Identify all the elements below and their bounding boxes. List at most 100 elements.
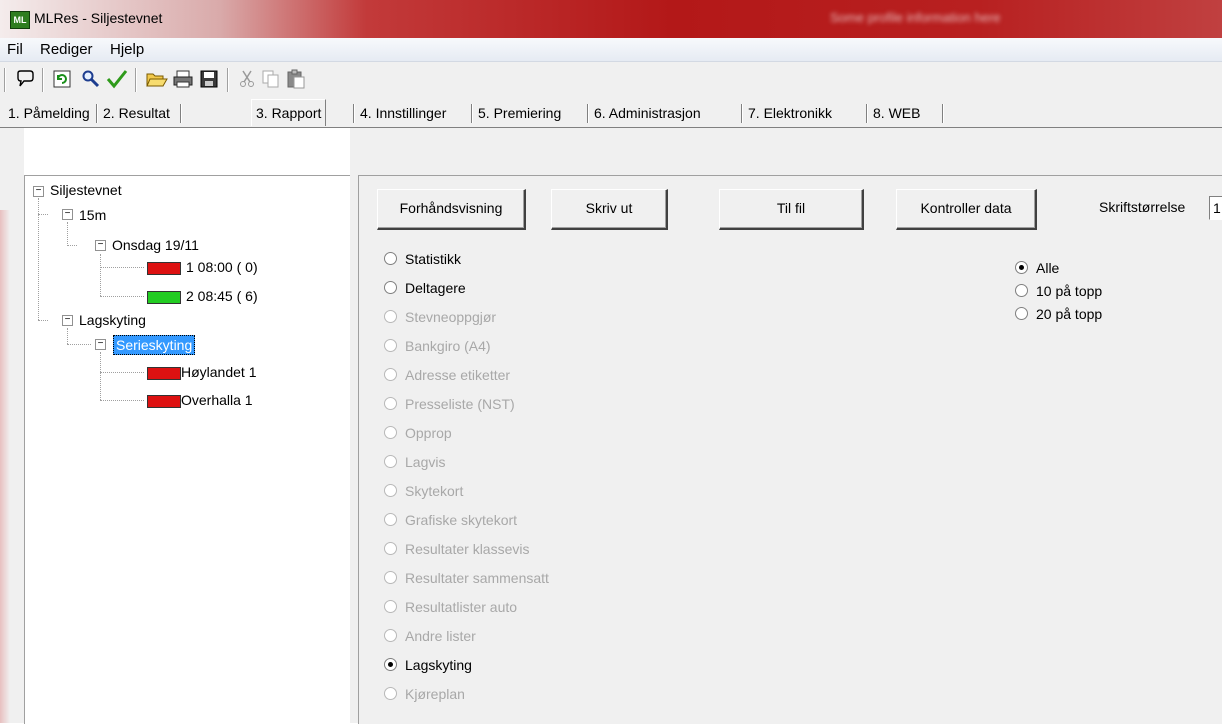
- to-file-button[interactable]: Til fil: [719, 189, 864, 230]
- tab-pamelding[interactable]: 1. Påmelding: [4, 102, 94, 124]
- print-button[interactable]: Skriv ut: [551, 189, 668, 230]
- open-folder-icon[interactable]: [146, 69, 168, 91]
- scope-option-alle[interactable]: Alle: [1015, 260, 1059, 276]
- collapse-toggle[interactable]: −: [95, 339, 106, 350]
- tree-line: [67, 245, 77, 246]
- report-option-statistikk[interactable]: Statistikk: [384, 251, 461, 271]
- radio-button: [384, 397, 397, 410]
- report-option-label: Presseliste (NST): [405, 396, 515, 412]
- right-top-area: [358, 128, 1222, 175]
- report-option-bankgiro: Bankgiro (A4): [384, 338, 491, 358]
- tree-line: [67, 344, 91, 345]
- report-option-label: Lagvis: [405, 454, 446, 470]
- collapse-toggle[interactable]: −: [95, 240, 106, 251]
- report-option-opprop: Opprop: [384, 425, 452, 445]
- report-option-label: Adresse etiketter: [405, 367, 511, 383]
- search-icon[interactable]: [80, 69, 102, 91]
- tree-node-lagskyting[interactable]: Lagskyting: [79, 311, 146, 329]
- tree-line: [38, 198, 39, 320]
- scope-option-label: 10 på topp: [1036, 283, 1103, 299]
- report-panel: [358, 175, 1222, 724]
- tree-line: [100, 372, 144, 373]
- tab-separator: [866, 104, 868, 123]
- print-icon[interactable]: [172, 69, 194, 91]
- report-option-label: Resultater sammensatt: [405, 570, 549, 586]
- tree-node-onsdag[interactable]: Onsdag 19/11: [112, 236, 199, 254]
- menu-fil[interactable]: Fil: [7, 41, 23, 58]
- check-data-button[interactable]: Kontroller data: [896, 189, 1037, 230]
- status-red-icon: [147, 262, 181, 275]
- tree-node-overhalla[interactable]: Overhalla 1: [181, 391, 253, 409]
- collapse-toggle[interactable]: −: [33, 186, 44, 197]
- tree-node-lag-2[interactable]: 2 08:45 ( 6): [186, 287, 258, 305]
- tab-premiering[interactable]: 5. Premiering: [474, 102, 565, 124]
- tab-web[interactable]: 8. WEB: [869, 102, 924, 124]
- radio-button[interactable]: [384, 252, 397, 265]
- tree-line: [67, 328, 68, 344]
- report-option-grafiske-skytekort: Grafiske skytekort: [384, 512, 517, 532]
- menu-hjelp[interactable]: Hjelp: [110, 41, 144, 58]
- report-option-lagskyting[interactable]: Lagskyting: [384, 657, 472, 677]
- menu-rediger[interactable]: Rediger: [40, 41, 93, 58]
- report-option-deltagere[interactable]: Deltagere: [384, 280, 466, 300]
- check-icon[interactable]: [106, 69, 128, 91]
- tree-node-lag-1[interactable]: 1 08:00 ( 0): [186, 258, 258, 276]
- radio-button: [384, 426, 397, 439]
- report-option-kjoreplan: Kjøreplan: [384, 686, 465, 706]
- title-bar[interactable]: ML MLRes - Siljestevnet Some profile inf…: [0, 0, 1222, 38]
- tab-elektronikk[interactable]: 7. Elektronikk: [744, 102, 836, 124]
- radio-button-selected[interactable]: [1015, 261, 1028, 274]
- font-size-input[interactable]: 1: [1209, 196, 1222, 220]
- tab-strip: 1. Påmelding 2. Resultat 3. Rapport 4. I…: [0, 98, 1222, 128]
- panel-splitter[interactable]: [350, 128, 358, 723]
- radio-button[interactable]: [1015, 307, 1028, 320]
- report-option-label: Skytekort: [405, 483, 464, 499]
- toolbar-separator: [135, 68, 137, 92]
- tree-node-serieskyting[interactable]: Serieskyting: [113, 335, 196, 355]
- report-option-label: Lagskyting: [405, 657, 472, 673]
- report-option-resultatlister-auto: Resultatlister auto: [384, 599, 517, 619]
- tab-separator: [471, 104, 473, 123]
- paste-icon[interactable]: [285, 69, 307, 91]
- tab-separator: [741, 104, 743, 123]
- radio-button[interactable]: [384, 281, 397, 294]
- report-option-label: Kjøreplan: [405, 686, 465, 702]
- radio-button: [384, 368, 397, 381]
- tab-separator: [942, 104, 944, 123]
- radio-button: [384, 484, 397, 497]
- radio-button-selected[interactable]: [384, 658, 397, 671]
- collapse-toggle[interactable]: −: [62, 315, 73, 326]
- tree-line: [100, 267, 144, 268]
- radio-button: [384, 310, 397, 323]
- help-pointer-icon[interactable]: [14, 69, 36, 91]
- tree-line: [100, 296, 144, 297]
- report-option-label: Grafiske skytekort: [405, 512, 518, 528]
- radio-button: [384, 629, 397, 642]
- tree-node-hoylandet[interactable]: Høylandet 1: [181, 363, 256, 381]
- tree-line: [67, 222, 68, 246]
- preview-button[interactable]: Forhåndsvisning: [377, 189, 526, 230]
- tab-resultat[interactable]: 2. Resultat: [99, 102, 174, 124]
- collapse-toggle[interactable]: −: [62, 209, 73, 220]
- scope-option-20-topp[interactable]: 20 på topp: [1015, 306, 1102, 322]
- tree-node-15m[interactable]: 15m: [79, 206, 106, 224]
- tab-separator: [587, 104, 589, 123]
- scope-option-10-topp[interactable]: 10 på topp: [1015, 283, 1102, 299]
- radio-button: [384, 571, 397, 584]
- copy-icon[interactable]: [260, 69, 282, 91]
- report-option-label: Resultatlister auto: [405, 599, 518, 615]
- tab-separator: [353, 104, 355, 123]
- report-option-label: Deltagere: [405, 280, 466, 296]
- radio-button: [384, 542, 397, 555]
- tree-line: [100, 352, 101, 400]
- save-icon[interactable]: [198, 69, 220, 91]
- cut-icon[interactable]: [236, 69, 258, 91]
- tree-line: [100, 400, 144, 401]
- tree-node-siljestevnet[interactable]: Siljestevnet: [50, 181, 122, 199]
- tab-rapport[interactable]: 3. Rapport: [251, 99, 327, 126]
- refresh-icon[interactable]: [51, 69, 73, 91]
- tab-innstillinger[interactable]: 4. Innstillinger: [356, 102, 450, 124]
- report-option-label: Bankgiro (A4): [405, 338, 491, 354]
- radio-button[interactable]: [1015, 284, 1028, 297]
- tab-administrasjon[interactable]: 6. Administrasjon: [590, 102, 705, 124]
